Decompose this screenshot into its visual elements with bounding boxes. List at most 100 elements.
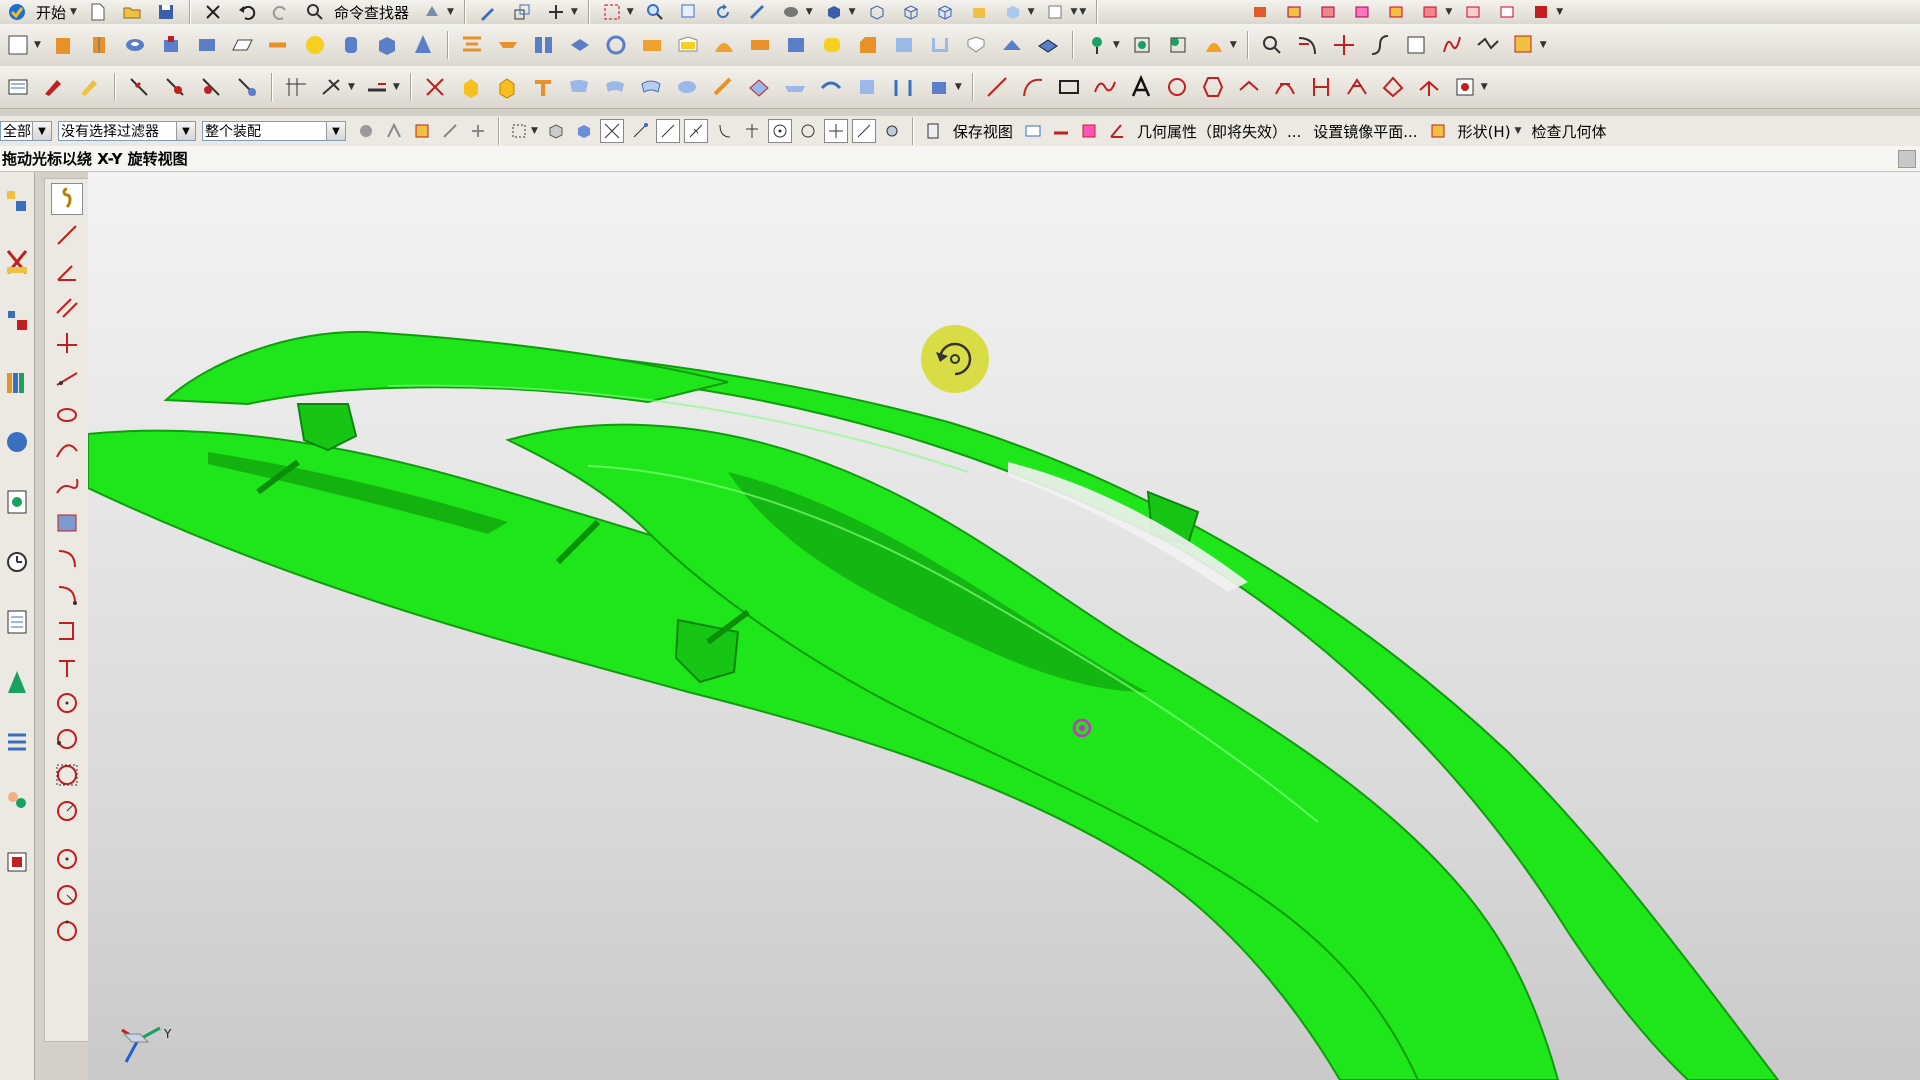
sketch-icon[interactable] (3, 30, 33, 60)
start-icon[interactable] (4, 1, 30, 23)
clearance-icon[interactable] (1417, 1, 1443, 23)
emboss-icon[interactable] (457, 30, 487, 60)
ucs-icon[interactable] (509, 1, 535, 23)
sheet-icon[interactable] (528, 72, 558, 102)
view-layout-icon[interactable] (1021, 119, 1045, 143)
snap-existing-point-icon[interactable] (823, 119, 848, 143)
mirror-curve-icon[interactable] (888, 72, 918, 102)
zoom-window-icon[interactable] (676, 1, 702, 23)
trim-body-icon[interactable] (745, 30, 775, 60)
chamfer-icon[interactable] (853, 30, 883, 60)
analysis-icon[interactable] (1509, 30, 1539, 60)
layer-icon[interactable] (1042, 1, 1068, 23)
edit-feature-icon[interactable] (39, 72, 69, 102)
roles-icon[interactable] (3, 782, 31, 822)
history-icon[interactable] (3, 542, 31, 582)
studio-surface-icon[interactable] (600, 72, 630, 102)
snap-on-face-icon[interactable] (880, 119, 904, 143)
helix-icon[interactable] (924, 72, 954, 102)
arc-fit-icon[interactable] (51, 471, 83, 503)
pattern-icon[interactable] (601, 30, 631, 60)
line-icon[interactable] (982, 72, 1012, 102)
slot-icon[interactable] (264, 30, 294, 60)
reuse-library-icon[interactable] (3, 362, 31, 402)
pan-icon[interactable] (744, 1, 770, 23)
deviation-icon[interactable] (1270, 72, 1300, 102)
check-geometry-label[interactable]: 检查几何体 (1531, 121, 1606, 142)
extend-tool-icon[interactable] (51, 651, 83, 683)
new-file-icon[interactable] (85, 1, 111, 23)
offset-face-icon[interactable] (529, 30, 559, 60)
view-rotate-icon[interactable] (51, 183, 83, 215)
move-component-icon[interactable] (1349, 1, 1375, 23)
constraint-icon[interactable] (1315, 1, 1341, 23)
fillet-tool-icon[interactable] (51, 543, 83, 575)
geometry-property-icon[interactable] (1077, 119, 1101, 143)
reflection-icon[interactable] (1378, 72, 1408, 102)
through-curves-icon[interactable] (362, 72, 392, 102)
bounded-plane-icon[interactable] (780, 72, 810, 102)
enlarge-icon[interactable] (816, 72, 846, 102)
shell-icon[interactable] (925, 30, 955, 60)
point-circle-icon[interactable] (51, 843, 83, 875)
rectangle-icon[interactable] (1054, 72, 1084, 102)
face-rule-icon[interactable] (466, 119, 490, 143)
circle-center-icon[interactable] (51, 687, 83, 719)
graphics-window[interactable]: Y (88, 172, 1920, 1080)
select-all-icon[interactable] (382, 119, 406, 143)
system-scenes-icon[interactable] (3, 842, 31, 882)
line-tool-icon[interactable] (51, 219, 83, 251)
trim-sheet-icon[interactable] (708, 72, 738, 102)
part-navigator-icon[interactable] (3, 302, 31, 342)
chevron-down-icon[interactable]: ▼ (32, 122, 51, 140)
angle-icon[interactable] (1105, 119, 1129, 143)
curve-rule-icon[interactable] (438, 119, 462, 143)
polygon-icon[interactable] (1162, 72, 1192, 102)
snap-control-icon[interactable] (712, 119, 736, 143)
circle-offset-icon[interactable] (51, 915, 83, 947)
circle-radius-icon[interactable] (51, 795, 83, 827)
process-studio-icon[interactable] (3, 662, 31, 702)
view-front-icon[interactable] (864, 1, 890, 23)
face-analysis-icon[interactable] (1234, 72, 1264, 102)
wave-icon[interactable] (3, 72, 33, 102)
component-icon[interactable] (1281, 1, 1307, 23)
extend-sheet-icon[interactable] (744, 72, 774, 102)
law-extension-icon[interactable] (636, 72, 666, 102)
feature-group-icon[interactable] (1528, 1, 1554, 23)
pocket-icon[interactable] (228, 30, 258, 60)
point-icon[interactable] (1199, 30, 1229, 60)
tangent-line-icon[interactable] (51, 363, 83, 395)
rotate-icon[interactable] (710, 1, 736, 23)
grille-model[interactable]: Y (88, 172, 1920, 1080)
snap-line-icon[interactable] (655, 119, 680, 143)
n-sided-icon[interactable] (564, 72, 594, 102)
manufacturing-wizard-icon[interactable] (3, 722, 31, 762)
geometry-property-label[interactable]: 几何属性（即将失效）... (1137, 121, 1301, 142)
assembly-icon[interactable] (1247, 1, 1273, 23)
assembly-navigator-icon[interactable] (3, 182, 31, 222)
circle-tangent-icon[interactable] (51, 759, 83, 791)
snap-intersection-icon[interactable] (740, 119, 764, 143)
color-icon[interactable] (1460, 1, 1486, 23)
start-menu-label[interactable]: 开始 (36, 2, 66, 23)
shape-menu-label[interactable]: 形状(H) (1458, 121, 1511, 142)
open-folder-icon[interactable] (119, 1, 145, 23)
replace-face-icon[interactable] (232, 72, 262, 102)
inspect-icon[interactable] (1450, 72, 1480, 102)
feature-replay-icon[interactable] (75, 72, 105, 102)
ruler-icon[interactable] (1049, 119, 1073, 143)
chevron-down-icon[interactable]: ▼ (326, 122, 345, 140)
command-finder-icon[interactable] (302, 1, 328, 23)
snap-endpoint-icon[interactable] (628, 119, 652, 143)
save-view-label[interactable]: 保存视图 (953, 121, 1013, 142)
parallel-line-icon[interactable] (51, 291, 83, 323)
dimension-icon[interactable] (281, 72, 311, 102)
chamfer-tool-icon[interactable] (51, 579, 83, 611)
perpendicular-line-icon[interactable] (51, 327, 83, 359)
snap-center-icon[interactable] (767, 119, 792, 143)
snap-quadrant-icon[interactable] (796, 119, 820, 143)
exploded-view-icon[interactable] (1383, 1, 1409, 23)
isoparametric-icon[interactable] (1473, 30, 1503, 60)
save-icon[interactable] (153, 1, 179, 23)
